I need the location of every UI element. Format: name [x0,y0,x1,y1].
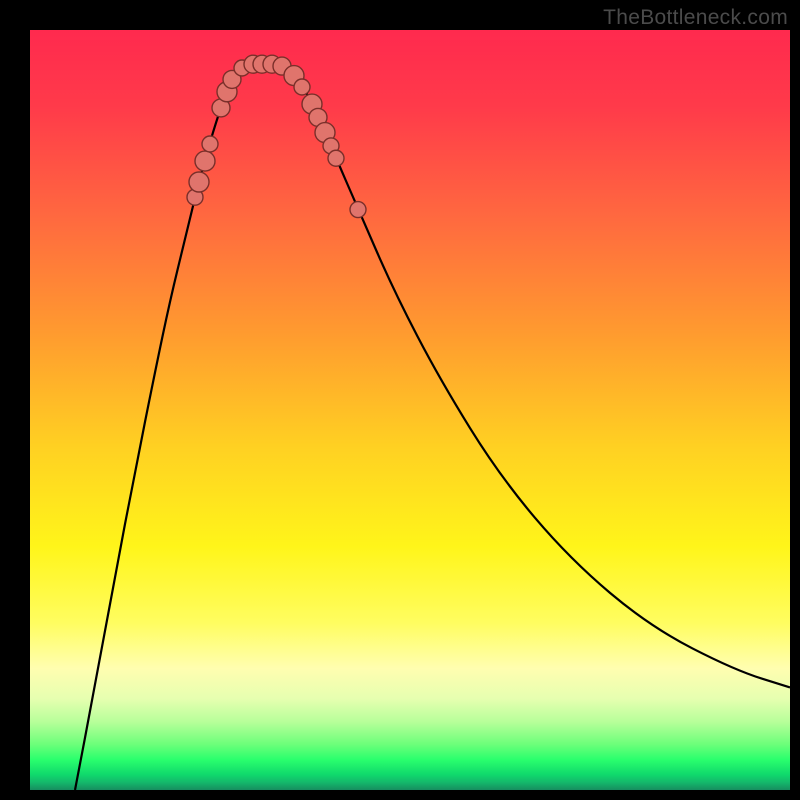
watermark-label: TheBottleneck.com [603,6,788,30]
chart-plot-area [30,30,790,790]
